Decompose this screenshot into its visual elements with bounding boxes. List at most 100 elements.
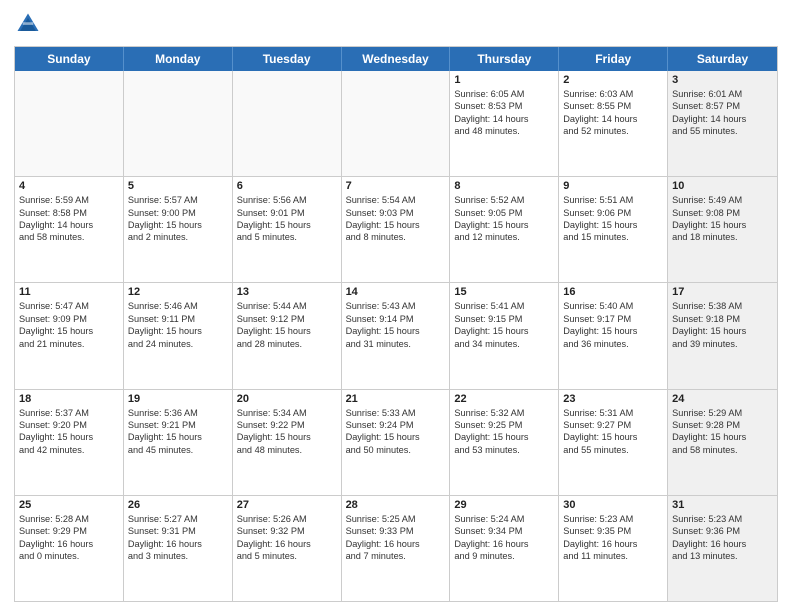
cell-info-line: Sunset: 9:06 PM xyxy=(563,207,663,219)
weekday-header-tuesday: Tuesday xyxy=(233,47,342,71)
cell-info-line: Daylight: 15 hours xyxy=(454,431,554,443)
weekday-header-wednesday: Wednesday xyxy=(342,47,451,71)
calendar-cell-31: 31Sunrise: 5:23 AMSunset: 9:36 PMDayligh… xyxy=(668,496,777,601)
cell-info-line: Daylight: 15 hours xyxy=(346,325,446,337)
calendar-cell-16: 16Sunrise: 5:40 AMSunset: 9:17 PMDayligh… xyxy=(559,283,668,388)
day-number: 22 xyxy=(454,393,554,405)
cell-info-line: and 0 minutes. xyxy=(19,550,119,562)
cell-info-line: and 8 minutes. xyxy=(346,231,446,243)
day-number: 3 xyxy=(672,74,773,86)
cell-info-line: Daylight: 15 hours xyxy=(237,219,337,231)
cell-info-line: and 50 minutes. xyxy=(346,444,446,456)
cell-info-line: Sunset: 9:34 PM xyxy=(454,525,554,537)
day-number: 15 xyxy=(454,286,554,298)
day-number: 13 xyxy=(237,286,337,298)
calendar-cell-12: 12Sunrise: 5:46 AMSunset: 9:11 PMDayligh… xyxy=(124,283,233,388)
cell-info-line: and 21 minutes. xyxy=(19,338,119,350)
cell-info-line: Sunrise: 5:32 AM xyxy=(454,407,554,419)
day-number: 4 xyxy=(19,180,119,192)
calendar-cell-5: 5Sunrise: 5:57 AMSunset: 9:00 PMDaylight… xyxy=(124,177,233,282)
cell-info-line: Sunset: 9:12 PM xyxy=(237,313,337,325)
cell-info-line: Sunset: 9:36 PM xyxy=(672,525,773,537)
calendar-cell-19: 19Sunrise: 5:36 AMSunset: 9:21 PMDayligh… xyxy=(124,390,233,495)
calendar-cell-23: 23Sunrise: 5:31 AMSunset: 9:27 PMDayligh… xyxy=(559,390,668,495)
calendar-cell-30: 30 Sunrise: 5:23 AMSunset: 9:35 PMDayligh… xyxy=(559,496,668,601)
cell-info-line: Daylight: 15 hours xyxy=(19,325,119,337)
weekday-header-friday: Friday xyxy=(559,47,668,71)
cell-info-line: Sunrise: 5:37 AM xyxy=(19,407,119,419)
cell-info-line: Sunrise: 5:52 AM xyxy=(454,194,554,206)
cell-info-line: Sunset: 9:25 PM xyxy=(454,419,554,431)
day-number: 30 xyxy=(563,499,663,511)
cell-info-line: Daylight: 15 hours xyxy=(454,219,554,231)
calendar-cell-6: 6Sunrise: 5:56 AMSunset: 9:01 PMDaylight… xyxy=(233,177,342,282)
calendar-cell-empty-0-1 xyxy=(124,71,233,176)
calendar-cell-empty-0-0 xyxy=(15,71,124,176)
cell-info-line: Sunset: 9:20 PM xyxy=(19,419,119,431)
calendar-cell-25: 25Sunrise: 5:28 AMSunset: 9:29 PMDayligh… xyxy=(15,496,124,601)
cell-info-line: and 28 minutes. xyxy=(237,338,337,350)
cell-info-line: Sunset: 9:35 PM xyxy=(563,525,663,537)
day-number: 16 xyxy=(563,286,663,298)
cell-info-line: Daylight: 15 hours xyxy=(563,325,663,337)
cell-info-line: and 11 minutes. xyxy=(563,550,663,562)
calendar-cell-2: 2Sunrise: 6:03 AMSunset: 8:55 PMDaylight… xyxy=(559,71,668,176)
cell-info-line: Daylight: 14 hours xyxy=(19,219,119,231)
calendar-row-0: 1Sunrise: 6:05 AMSunset: 8:53 PMDaylight… xyxy=(15,71,777,176)
cell-info-line: and 36 minutes. xyxy=(563,338,663,350)
cell-info-line: Sunrise: 5:23 AM xyxy=(563,513,663,525)
cell-info-line: Daylight: 16 hours xyxy=(346,538,446,550)
calendar-cell-9: 9Sunrise: 5:51 AMSunset: 9:06 PMDaylight… xyxy=(559,177,668,282)
calendar-cell-10: 10Sunrise: 5:49 AMSunset: 9:08 PMDayligh… xyxy=(668,177,777,282)
cell-info-line: Daylight: 14 hours xyxy=(672,113,773,125)
cell-info-line: Sunrise: 5:49 AM xyxy=(672,194,773,206)
cell-info-line: Sunset: 9:08 PM xyxy=(672,207,773,219)
cell-info-line: and 45 minutes. xyxy=(128,444,228,456)
cell-info-line: Sunrise: 6:05 AM xyxy=(454,88,554,100)
day-number: 29 xyxy=(454,499,554,511)
calendar-cell-11: 11Sunrise: 5:47 AMSunset: 9:09 PMDayligh… xyxy=(15,283,124,388)
calendar-cell-20: 20Sunrise: 5:34 AMSunset: 9:22 PMDayligh… xyxy=(233,390,342,495)
cell-info-line: Daylight: 15 hours xyxy=(672,431,773,443)
page-header xyxy=(14,10,778,38)
logo-icon xyxy=(14,10,42,38)
calendar-row-1: 4Sunrise: 5:59 AMSunset: 8:58 PMDaylight… xyxy=(15,176,777,282)
calendar-cell-empty-0-3 xyxy=(342,71,451,176)
weekday-header-thursday: Thursday xyxy=(450,47,559,71)
cell-info-line: Sunrise: 6:03 AM xyxy=(563,88,663,100)
cell-info-line: Sunrise: 5:56 AM xyxy=(237,194,337,206)
cell-info-line: Daylight: 16 hours xyxy=(19,538,119,550)
cell-info-line: Daylight: 15 hours xyxy=(237,325,337,337)
cell-info-line: and 58 minutes. xyxy=(672,444,773,456)
cell-info-line: Daylight: 16 hours xyxy=(563,538,663,550)
day-number: 25 xyxy=(19,499,119,511)
cell-info-line: Daylight: 15 hours xyxy=(672,219,773,231)
day-number: 17 xyxy=(672,286,773,298)
cell-info-line: and 15 minutes. xyxy=(563,231,663,243)
calendar-cell-28: 28Sunrise: 5:25 AMSunset: 9:33 PMDayligh… xyxy=(342,496,451,601)
calendar-cell-8: 8Sunrise: 5:52 AMSunset: 9:05 PMDaylight… xyxy=(450,177,559,282)
cell-info-line: Daylight: 15 hours xyxy=(454,325,554,337)
cell-info-line: Sunset: 9:17 PM xyxy=(563,313,663,325)
cell-info-line: and 58 minutes. xyxy=(19,231,119,243)
weekday-header-sunday: Sunday xyxy=(15,47,124,71)
cell-info-line: Sunset: 9:05 PM xyxy=(454,207,554,219)
cell-info-line: and 18 minutes. xyxy=(672,231,773,243)
cell-info-line: Sunset: 9:00 PM xyxy=(128,207,228,219)
calendar-cell-26: 26Sunrise: 5:27 AMSunset: 9:31 PMDayligh… xyxy=(124,496,233,601)
day-number: 26 xyxy=(128,499,228,511)
weekday-header-monday: Monday xyxy=(124,47,233,71)
cell-info-line: Sunrise: 5:33 AM xyxy=(346,407,446,419)
cell-info-line: Daylight: 15 hours xyxy=(346,219,446,231)
calendar-grid: SundayMondayTuesdayWednesdayThursdayFrid… xyxy=(14,46,778,602)
cell-info-line: Sunset: 9:33 PM xyxy=(346,525,446,537)
day-number: 12 xyxy=(128,286,228,298)
cell-info-line: Sunset: 8:57 PM xyxy=(672,100,773,112)
cell-info-line: and 12 minutes. xyxy=(454,231,554,243)
cell-info-line: and 55 minutes. xyxy=(563,444,663,456)
calendar-row-2: 11Sunrise: 5:47 AMSunset: 9:09 PMDayligh… xyxy=(15,282,777,388)
cell-info-line: and 9 minutes. xyxy=(454,550,554,562)
cell-info-line: Sunrise: 5:57 AM xyxy=(128,194,228,206)
cell-info-line: Sunset: 9:24 PM xyxy=(346,419,446,431)
cell-info-line: Sunset: 9:21 PM xyxy=(128,419,228,431)
